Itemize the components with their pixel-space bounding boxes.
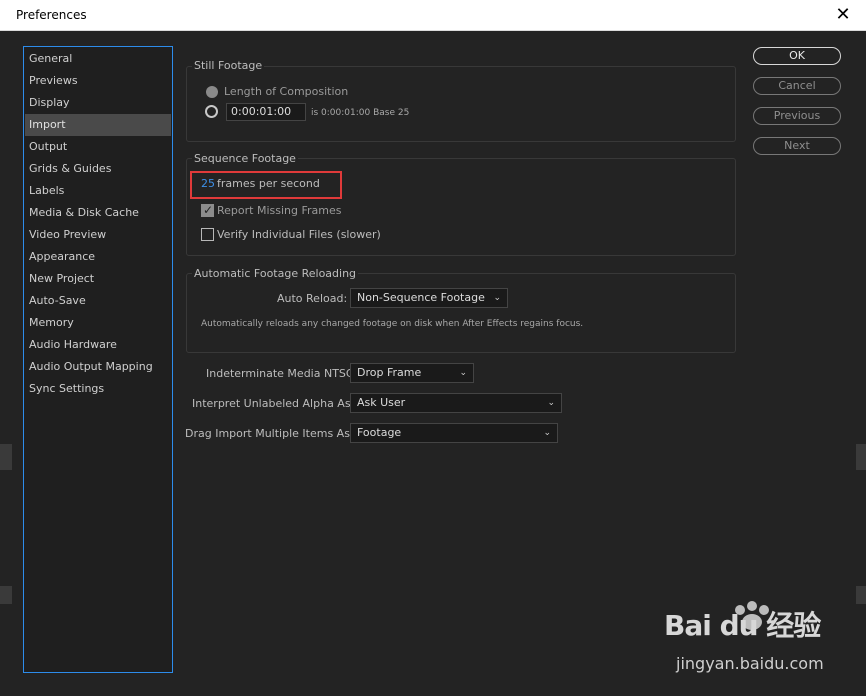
duration-radio[interactable] (205, 105, 218, 118)
sidebar-item-media-disk-cache[interactable]: Media & Disk Cache (25, 202, 171, 224)
ntsc-dropdown[interactable]: Drop Frame ⌄ (350, 363, 474, 383)
background-app-strip (856, 586, 866, 604)
chevron-down-icon: ⌄ (547, 398, 555, 408)
auto-reload-description: Automatically reloads any changed footag… (201, 319, 584, 329)
auto-reload-title: Automatic Footage Reloading (192, 267, 359, 280)
sidebar-item-memory[interactable]: Memory (25, 312, 171, 334)
close-icon[interactable]: ✕ (820, 0, 866, 30)
watermark-url: jingyan.baidu.com (676, 654, 824, 673)
sidebar-item-output[interactable]: Output (25, 136, 171, 158)
watermark-brand: Bai du 经验 (664, 609, 821, 642)
sidebar-item-audio-hardware[interactable]: Audio Hardware (25, 334, 171, 356)
auto-reload-value: Non-Sequence Footage (357, 291, 485, 304)
sidebar-item-display[interactable]: Display (25, 92, 171, 114)
drag-import-value: Footage (357, 426, 402, 439)
red-highlight-box (190, 171, 342, 199)
still-footage-title: Still Footage (192, 59, 265, 72)
ntsc-value: Drop Frame (357, 366, 422, 379)
sidebar-item-new-project[interactable]: New Project (25, 268, 171, 290)
chevron-down-icon: ⌄ (493, 293, 501, 303)
preferences-dialog: Preferences ✕ General Previews Display I… (0, 0, 866, 696)
alpha-label: Interpret Unlabeled Alpha As: (192, 397, 355, 410)
next-button[interactable]: Next (753, 137, 841, 155)
sidebar-item-appearance[interactable]: Appearance (25, 246, 171, 268)
drag-import-dropdown[interactable]: Footage ⌄ (350, 423, 558, 443)
sidebar-item-grids-guides[interactable]: Grids & Guides (25, 158, 171, 180)
alpha-value: Ask User (357, 396, 406, 409)
ok-button[interactable]: OK (753, 47, 841, 65)
report-missing-frames-checkbox[interactable] (201, 203, 214, 217)
background-app-strip (856, 444, 866, 470)
verify-individual-files-label: Verify Individual Files (slower) (217, 228, 381, 241)
background-app-strip (0, 444, 12, 470)
cancel-button[interactable]: Cancel (753, 77, 841, 95)
auto-reload-dropdown[interactable]: Non-Sequence Footage ⌄ (350, 288, 508, 308)
auto-reload-label: Auto Reload: (277, 292, 348, 305)
duration-input[interactable]: 0:00:01:00 (226, 103, 306, 121)
sidebar-item-video-preview[interactable]: Video Preview (25, 224, 171, 246)
duration-info: is 0:00:01:00 Base 25 (311, 108, 410, 118)
sidebar-item-labels[interactable]: Labels (25, 180, 171, 202)
ntsc-label: Indeterminate Media NTSC: (206, 367, 358, 380)
previous-button[interactable]: Previous (753, 107, 841, 125)
background-app-strip (0, 586, 12, 604)
chevron-down-icon: ⌄ (543, 428, 551, 438)
length-of-composition-label: Length of Composition (224, 85, 349, 98)
verify-individual-files-checkbox[interactable] (201, 228, 214, 241)
sidebar-item-general[interactable]: General (25, 48, 171, 70)
sequence-footage-title: Sequence Footage (192, 152, 298, 165)
report-missing-frames-label: Report Missing Frames (217, 204, 342, 217)
auto-reload-group (186, 273, 736, 353)
drag-import-label: Drag Import Multiple Items As: (185, 427, 354, 440)
title-bar: Preferences ✕ (0, 0, 866, 31)
sidebar-item-import[interactable]: Import (25, 114, 171, 136)
chevron-down-icon: ⌄ (459, 368, 467, 378)
sidebar-item-auto-save[interactable]: Auto-Save (25, 290, 171, 312)
category-sidebar: General Previews Display Import Output G… (23, 46, 173, 673)
sidebar-item-audio-output-mapping[interactable]: Audio Output Mapping (25, 356, 171, 378)
length-of-composition-radio[interactable] (206, 86, 218, 98)
sidebar-item-previews[interactable]: Previews (25, 70, 171, 92)
alpha-dropdown[interactable]: Ask User ⌄ (350, 393, 562, 413)
sidebar-item-sync-settings[interactable]: Sync Settings (25, 378, 171, 400)
window-title: Preferences (16, 8, 87, 22)
